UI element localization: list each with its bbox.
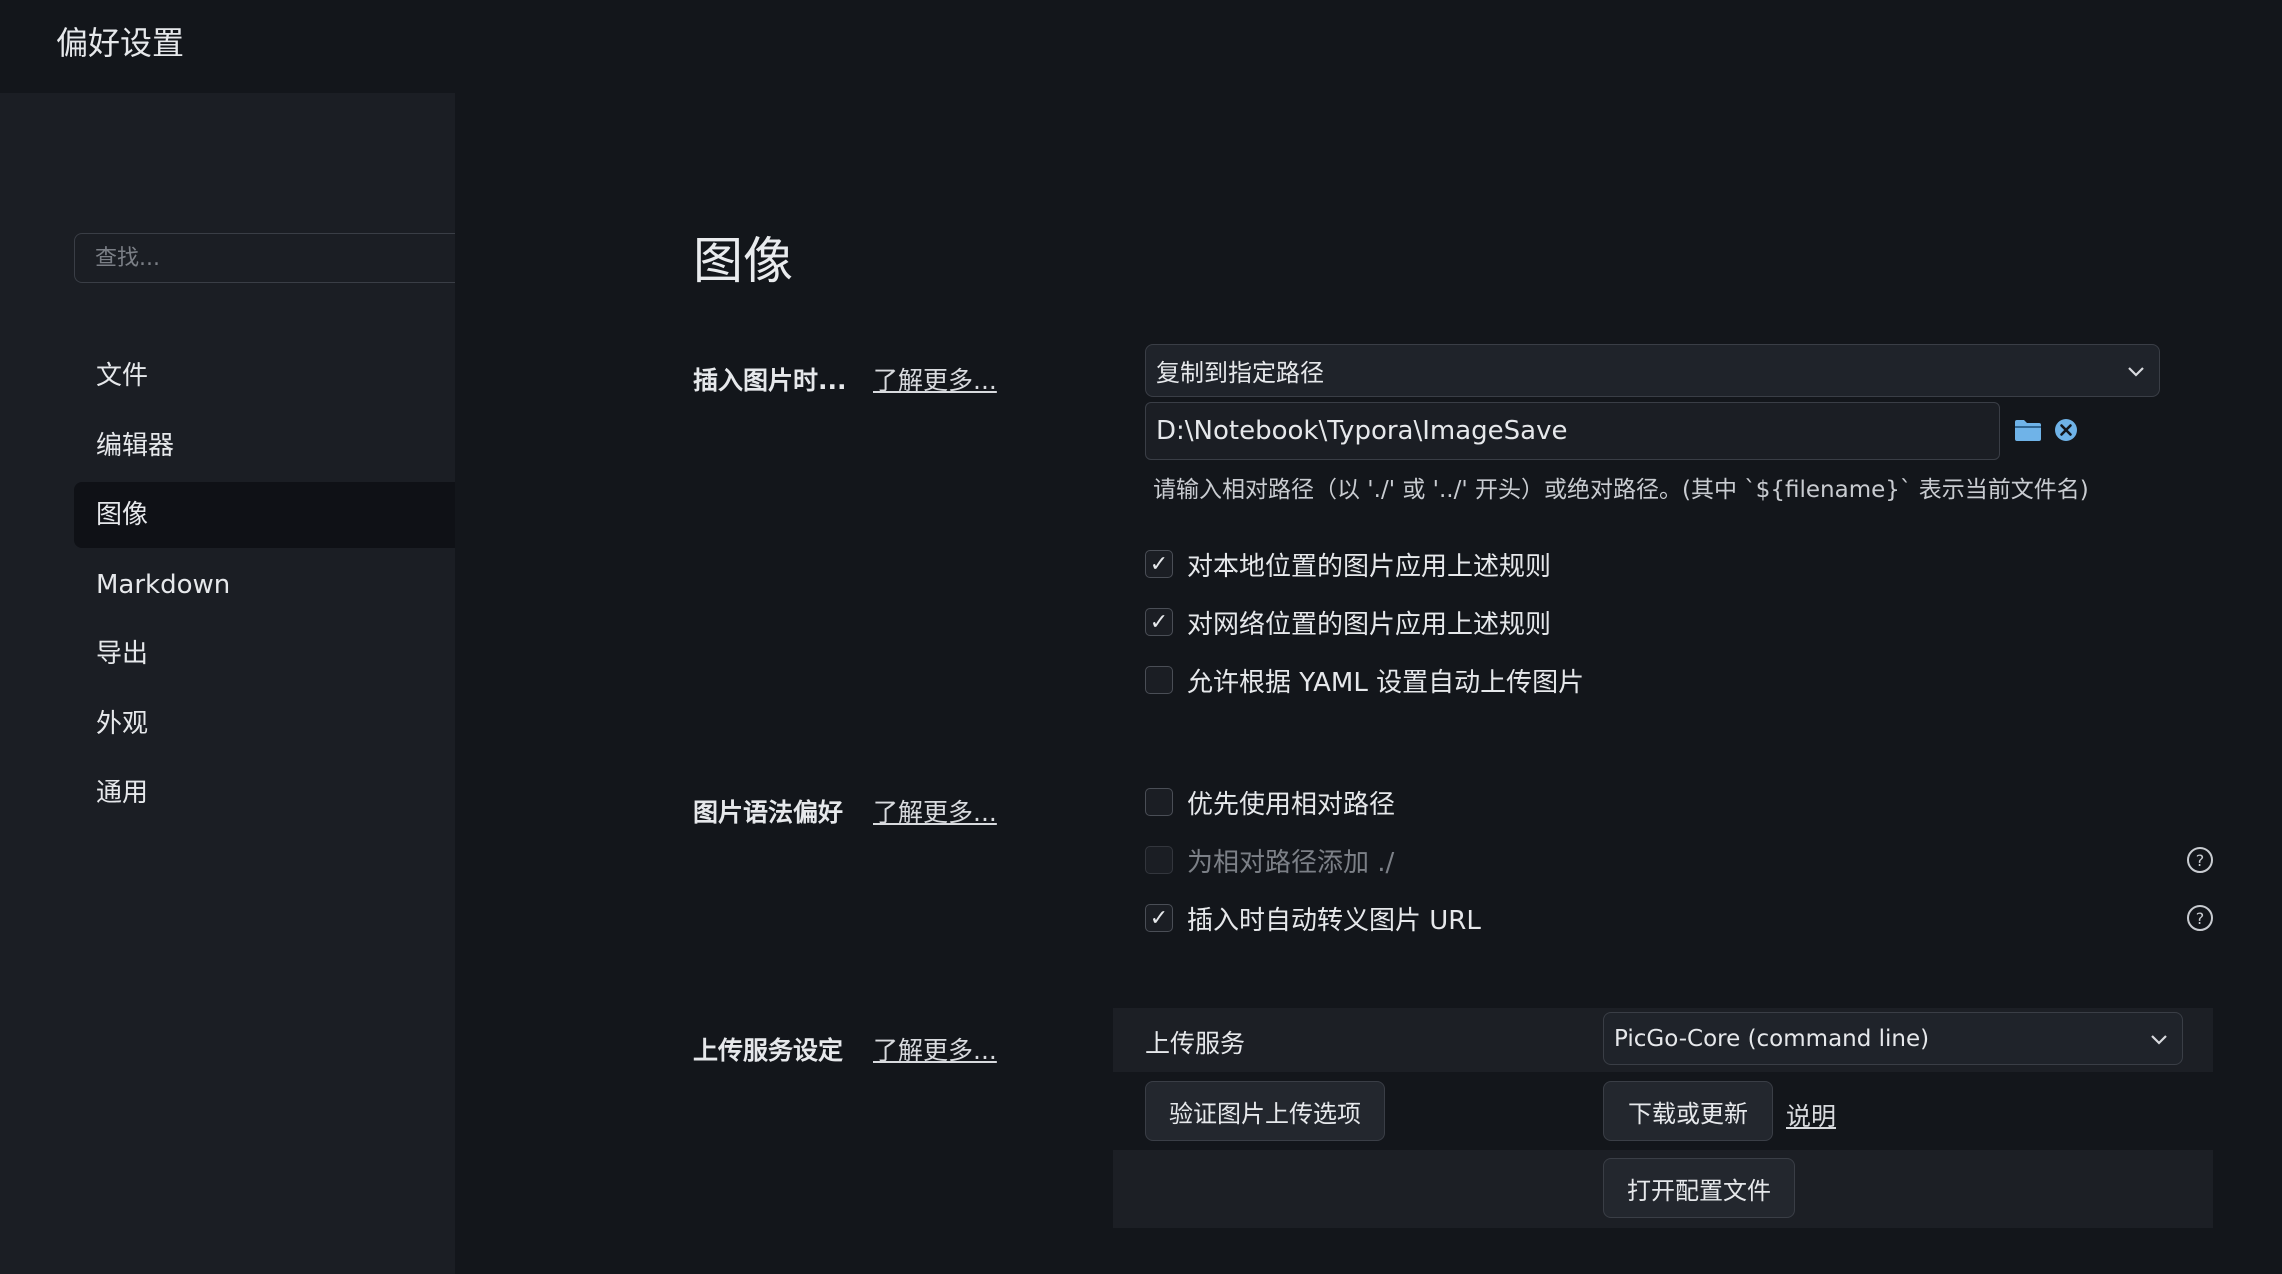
upload-panel: 上传服务 PicGo-Core (command line) 验证图片上传选项 … xyxy=(1113,1008,2213,1230)
option-apply-network[interactable]: ✓ 对网络位置的图片应用上述规则 xyxy=(1145,602,1551,642)
checkbox xyxy=(1145,846,1173,874)
sidebar-item-image[interactable]: 图像 xyxy=(74,482,455,548)
chevron-down-icon xyxy=(2151,1034,2167,1045)
upload-service-value: PicGo-Core (command line) xyxy=(1614,1025,1930,1052)
svg-text:?: ? xyxy=(2196,851,2205,870)
path-hint-text: 请输入相对路径（以 './' 或 '../' 开头）或绝对路径。(其中 `${f… xyxy=(1153,477,2089,503)
help-icon[interactable]: ? xyxy=(2186,846,2214,874)
insert-learn-more-link[interactable]: 了解更多... xyxy=(873,361,997,397)
main-panel: 图像 插入图片时... 了解更多... 复制到指定路径 D:\Notebook\… xyxy=(455,93,2282,1274)
option-escape-url[interactable]: ✓ 插入时自动转义图片 URL xyxy=(1145,898,1481,938)
sidebar-item-editor[interactable]: 编辑器 xyxy=(74,413,455,479)
option-label: 允许根据 YAML 设置自动上传图片 xyxy=(1187,667,1585,698)
sidebar-item-markdown[interactable]: Markdown xyxy=(74,552,455,618)
image-path-value: D:\Notebook\Typora\ImageSave xyxy=(1156,416,1568,446)
search-input[interactable] xyxy=(74,233,455,283)
upload-service-select[interactable]: PicGo-Core (command line) xyxy=(1603,1012,2183,1065)
doc-link[interactable]: 说明 xyxy=(1786,1097,1836,1133)
option-label: 对网络位置的图片应用上述规则 xyxy=(1187,609,1552,640)
checkbox[interactable]: ✓ xyxy=(1145,904,1173,932)
option-add-dot-slash: 为相对路径添加 ./ xyxy=(1145,840,1394,880)
download-update-button[interactable]: 下载或更新 xyxy=(1603,1081,1773,1141)
option-label: 插入时自动转义图片 URL xyxy=(1187,905,1481,936)
sidebar-item-export[interactable]: 导出 xyxy=(74,621,455,687)
sidebar-item-general[interactable]: 通用 xyxy=(74,760,455,826)
clear-icon[interactable] xyxy=(2054,418,2078,442)
folder-icon[interactable] xyxy=(2014,418,2042,442)
insert-action-value: 复制到指定路径 xyxy=(1156,359,1324,387)
checkbox[interactable]: ✓ xyxy=(1145,550,1173,578)
checkbox[interactable] xyxy=(1145,666,1173,694)
option-apply-local[interactable]: ✓ 对本地位置的图片应用上述规则 xyxy=(1145,544,1551,584)
svg-text:?: ? xyxy=(2196,909,2205,928)
checkbox[interactable] xyxy=(1145,788,1173,816)
syntax-section-label: 图片语法偏好 xyxy=(693,798,844,827)
checkbox[interactable]: ✓ xyxy=(1145,608,1173,636)
option-label: 对本地位置的图片应用上述规则 xyxy=(1187,551,1552,582)
insert-section-label: 插入图片时... xyxy=(693,366,847,395)
title-bar: 偏好设置 xyxy=(0,0,2282,93)
insert-action-select[interactable]: 复制到指定路径 xyxy=(1145,344,2160,397)
sidebar-item-files[interactable]: 文件 xyxy=(74,343,455,409)
option-label: 为相对路径添加 ./ xyxy=(1187,847,1395,878)
help-icon[interactable]: ? xyxy=(2186,904,2214,932)
sidebar-item-appearance[interactable]: 外观 xyxy=(74,691,455,757)
sidebar: 文件 编辑器 图像 Markdown 导出 外观 通用 xyxy=(0,93,455,1274)
option-prefer-relative[interactable]: 优先使用相对路径 xyxy=(1145,782,1395,822)
sidebar-nav: 文件 编辑器 图像 Markdown 导出 外观 通用 xyxy=(74,343,455,830)
upload-service-label: 上传服务 xyxy=(1145,1029,1246,1058)
window-title: 偏好设置 xyxy=(56,24,185,62)
page-title: 图像 xyxy=(693,232,793,290)
open-config-button[interactable]: 打开配置文件 xyxy=(1603,1158,1795,1218)
upload-section-label: 上传服务设定 xyxy=(693,1036,844,1065)
image-path-input[interactable]: D:\Notebook\Typora\ImageSave xyxy=(1145,402,2000,460)
option-label: 优先使用相对路径 xyxy=(1187,789,1396,820)
verify-upload-button[interactable]: 验证图片上传选项 xyxy=(1145,1081,1385,1141)
upload-learn-more-link[interactable]: 了解更多... xyxy=(873,1031,997,1067)
option-yaml-upload[interactable]: 允许根据 YAML 设置自动上传图片 xyxy=(1145,660,1584,700)
chevron-down-icon xyxy=(2128,366,2144,377)
syntax-learn-more-link[interactable]: 了解更多... xyxy=(873,793,997,829)
